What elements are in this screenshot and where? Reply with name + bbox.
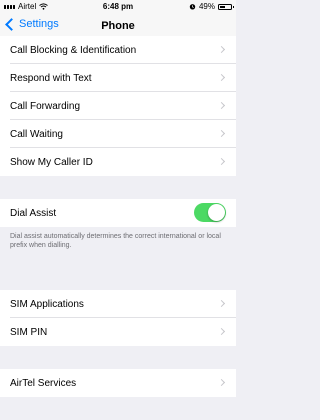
battery-fill <box>220 5 225 8</box>
chevron-right-icon <box>217 299 226 308</box>
status-bar: Airtel 6:48 pm 49% <box>0 0 236 14</box>
chevron-right-icon <box>217 101 226 110</box>
row-airtel-services[interactable]: AirTel Services <box>0 369 236 397</box>
alarm-icon <box>189 4 196 10</box>
chevron-right-icon <box>217 129 226 138</box>
row-label: Respond with Text <box>10 72 92 84</box>
row-sim-applications[interactable]: SIM Applications <box>0 290 236 318</box>
row-call-blocking[interactable]: Call Blocking & Identification <box>0 36 236 64</box>
row-sim-pin[interactable]: SIM PIN <box>0 318 236 346</box>
chevron-right-icon <box>217 45 226 54</box>
row-label: Dial Assist <box>10 207 57 219</box>
dial-assist-footer: Dial assist automatically determines the… <box>10 233 221 249</box>
settings-group-sim: SIM Applications SIM PIN <box>0 290 236 346</box>
chevron-right-icon <box>217 73 226 82</box>
row-dial-assist: Dial Assist <box>0 199 236 227</box>
row-call-forwarding[interactable]: Call Forwarding <box>0 92 236 120</box>
battery-percent: 49% <box>198 2 215 11</box>
row-label: Call Waiting <box>10 128 63 140</box>
chevron-right-icon <box>217 378 226 387</box>
row-call-waiting[interactable]: Call Waiting <box>0 120 236 148</box>
page-title: Phone <box>101 20 135 32</box>
row-label: Call Forwarding <box>10 100 81 112</box>
settings-group-calls: Call Blocking & Identification Respond w… <box>0 36 236 176</box>
row-show-caller-id[interactable]: Show My Caller ID <box>0 148 236 176</box>
row-label: AirTel Services <box>10 377 77 389</box>
status-right: 49% <box>189 2 234 11</box>
dial-assist-toggle[interactable] <box>194 203 226 222</box>
row-label: Call Blocking & Identification <box>10 44 137 56</box>
toggle-knob <box>208 204 225 221</box>
chevron-right-icon <box>217 157 226 166</box>
row-label: Show My Caller ID <box>10 156 93 168</box>
chevron-right-icon <box>217 327 226 336</box>
settings-group-dial-assist: Dial Assist <box>0 199 236 227</box>
battery-icon <box>218 3 234 10</box>
row-respond-with-text[interactable]: Respond with Text <box>0 64 236 92</box>
settings-group-services: AirTel Services <box>0 369 236 397</box>
row-label: SIM PIN <box>10 326 48 338</box>
row-label: SIM Applications <box>10 298 84 310</box>
